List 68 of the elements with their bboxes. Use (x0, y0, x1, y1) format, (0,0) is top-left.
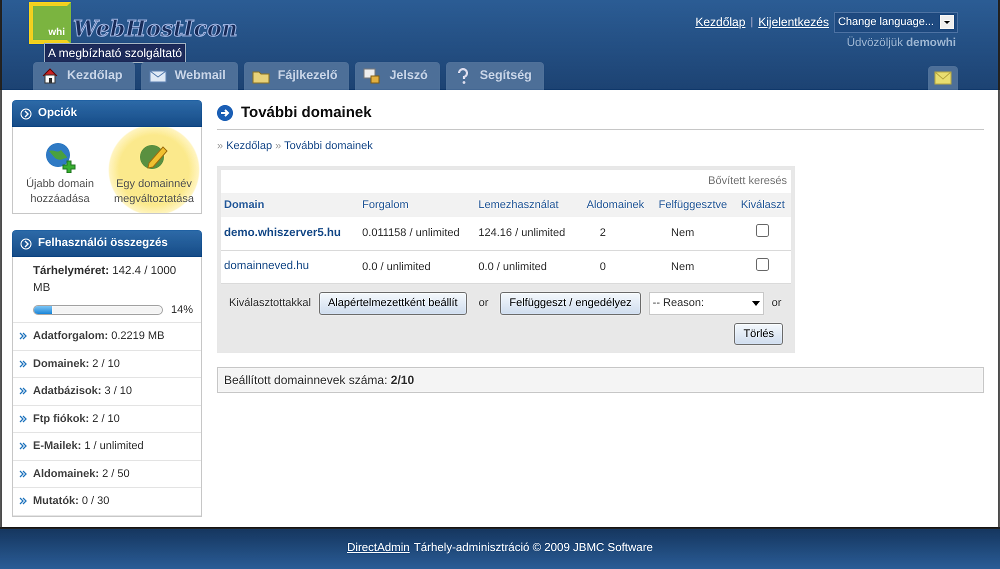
percent-text: 14% (171, 302, 194, 318)
breadcrumb-separator: » (275, 140, 282, 152)
select-checkbox[interactable] (756, 258, 770, 270)
page-title: További domainek (241, 103, 372, 123)
header-link[interactable]: Kezdőlap (695, 13, 746, 32)
column-header[interactable]: Lemezhasználat (475, 192, 580, 217)
chevron-icon (19, 332, 27, 340)
summary-text: Mutatók: 0 / 30 (33, 494, 110, 510)
option-link[interactable]: Újabb domain hozzáadása (13, 127, 107, 213)
table-cell: 0.0 / unlimited (359, 250, 476, 284)
suspend-button[interactable]: Felfüggeszt / engedélyez (500, 292, 641, 314)
summary-text: Ftp fiókok: 2 / 10 (33, 412, 120, 427)
column-header[interactable]: Felfüggesztve (651, 192, 735, 217)
panel-header: Felhasználói összegzés (12, 230, 202, 258)
summary-text: Aldomainek: 2 / 50 (33, 466, 130, 482)
select-checkbox[interactable] (756, 224, 770, 237)
footer-text: Tárhely-adminisztráció © 2009 JBMC Software (414, 541, 653, 556)
domain-link[interactable]: domainneved.hu (224, 260, 310, 272)
house-icon (41, 66, 59, 85)
welcome-text: Üdvözöljük demowhi (846, 35, 956, 51)
globe-plus-icon (43, 141, 77, 174)
summary-text: Domainek: 2 / 10 (33, 356, 120, 372)
column-header[interactable]: Forgalom (359, 192, 476, 217)
table-cell: Nem (651, 217, 735, 250)
summary-text: E-Mailek: 1 / unlimited (33, 439, 144, 454)
table-cell: 0 (580, 250, 652, 284)
header-link[interactable]: Kijelentkezés (758, 13, 829, 32)
column-header[interactable]: Kiválaszt (734, 192, 791, 217)
dropdown-icon (940, 15, 954, 30)
table-cell: 0.011158 / unlimited (359, 217, 476, 250)
breadcrumb-link[interactable]: Kezdőlap (226, 140, 272, 152)
table-cell: 2 (580, 217, 652, 250)
language-select[interactable]: Change language... (834, 12, 958, 32)
disk-usage-text: Tárhelyméret: 142.4 / 1000 MB (32, 264, 178, 296)
chevron-icon (19, 470, 27, 478)
breadcrumb-link[interactable]: További domainek (284, 140, 373, 152)
footer-link[interactable]: DirectAdmin (347, 540, 410, 558)
table-cell: 124.16 / unlimited (475, 217, 580, 250)
chevron-icon (19, 387, 27, 396)
panel-header: Opciók (12, 100, 202, 128)
domain-link[interactable]: demo.whiszerver5.hu (224, 226, 341, 239)
reason-select[interactable]: -- Reason: (648, 292, 764, 314)
action-label: Kiválasztottakkal (229, 296, 311, 311)
column-header[interactable]: Aldomainek (580, 192, 652, 217)
chevron-icon (19, 497, 27, 506)
chevron-icon (19, 442, 27, 450)
arrow-right-icon (217, 105, 233, 122)
table-cell: 0.0 / unlimited (475, 250, 580, 284)
column-header[interactable]: Domain (221, 192, 360, 217)
messages-tab[interactable] (928, 66, 958, 90)
summary-text: Adatbázisok: 3 / 10 (33, 384, 132, 400)
breadcrumb-separator: » (217, 140, 224, 152)
delete-button[interactable]: Törlés (734, 322, 783, 345)
or-text: or (478, 296, 488, 311)
dropdown-icon (752, 300, 760, 306)
summary-text: Adatforgalom: 0.2219 MB (33, 329, 164, 344)
chevron-icon (19, 414, 27, 423)
link-separator: | (750, 15, 754, 30)
or-text: or (772, 296, 782, 311)
logo-icon: whi (29, 2, 71, 44)
table-cell: Nem (651, 250, 735, 284)
envelope-icon (934, 70, 952, 85)
chevron-icon (19, 360, 27, 368)
logo-slogan: A megbízható szolgáltató (44, 43, 186, 63)
logo-name: WebHostIcon (73, 16, 238, 42)
set-default-button[interactable]: Alapértelmezettként beállít (318, 292, 467, 314)
domain-count-text: Beállított domainnevek száma: 2/10 (217, 367, 984, 393)
advanced-search-link[interactable]: Bővített keresés (708, 175, 787, 187)
